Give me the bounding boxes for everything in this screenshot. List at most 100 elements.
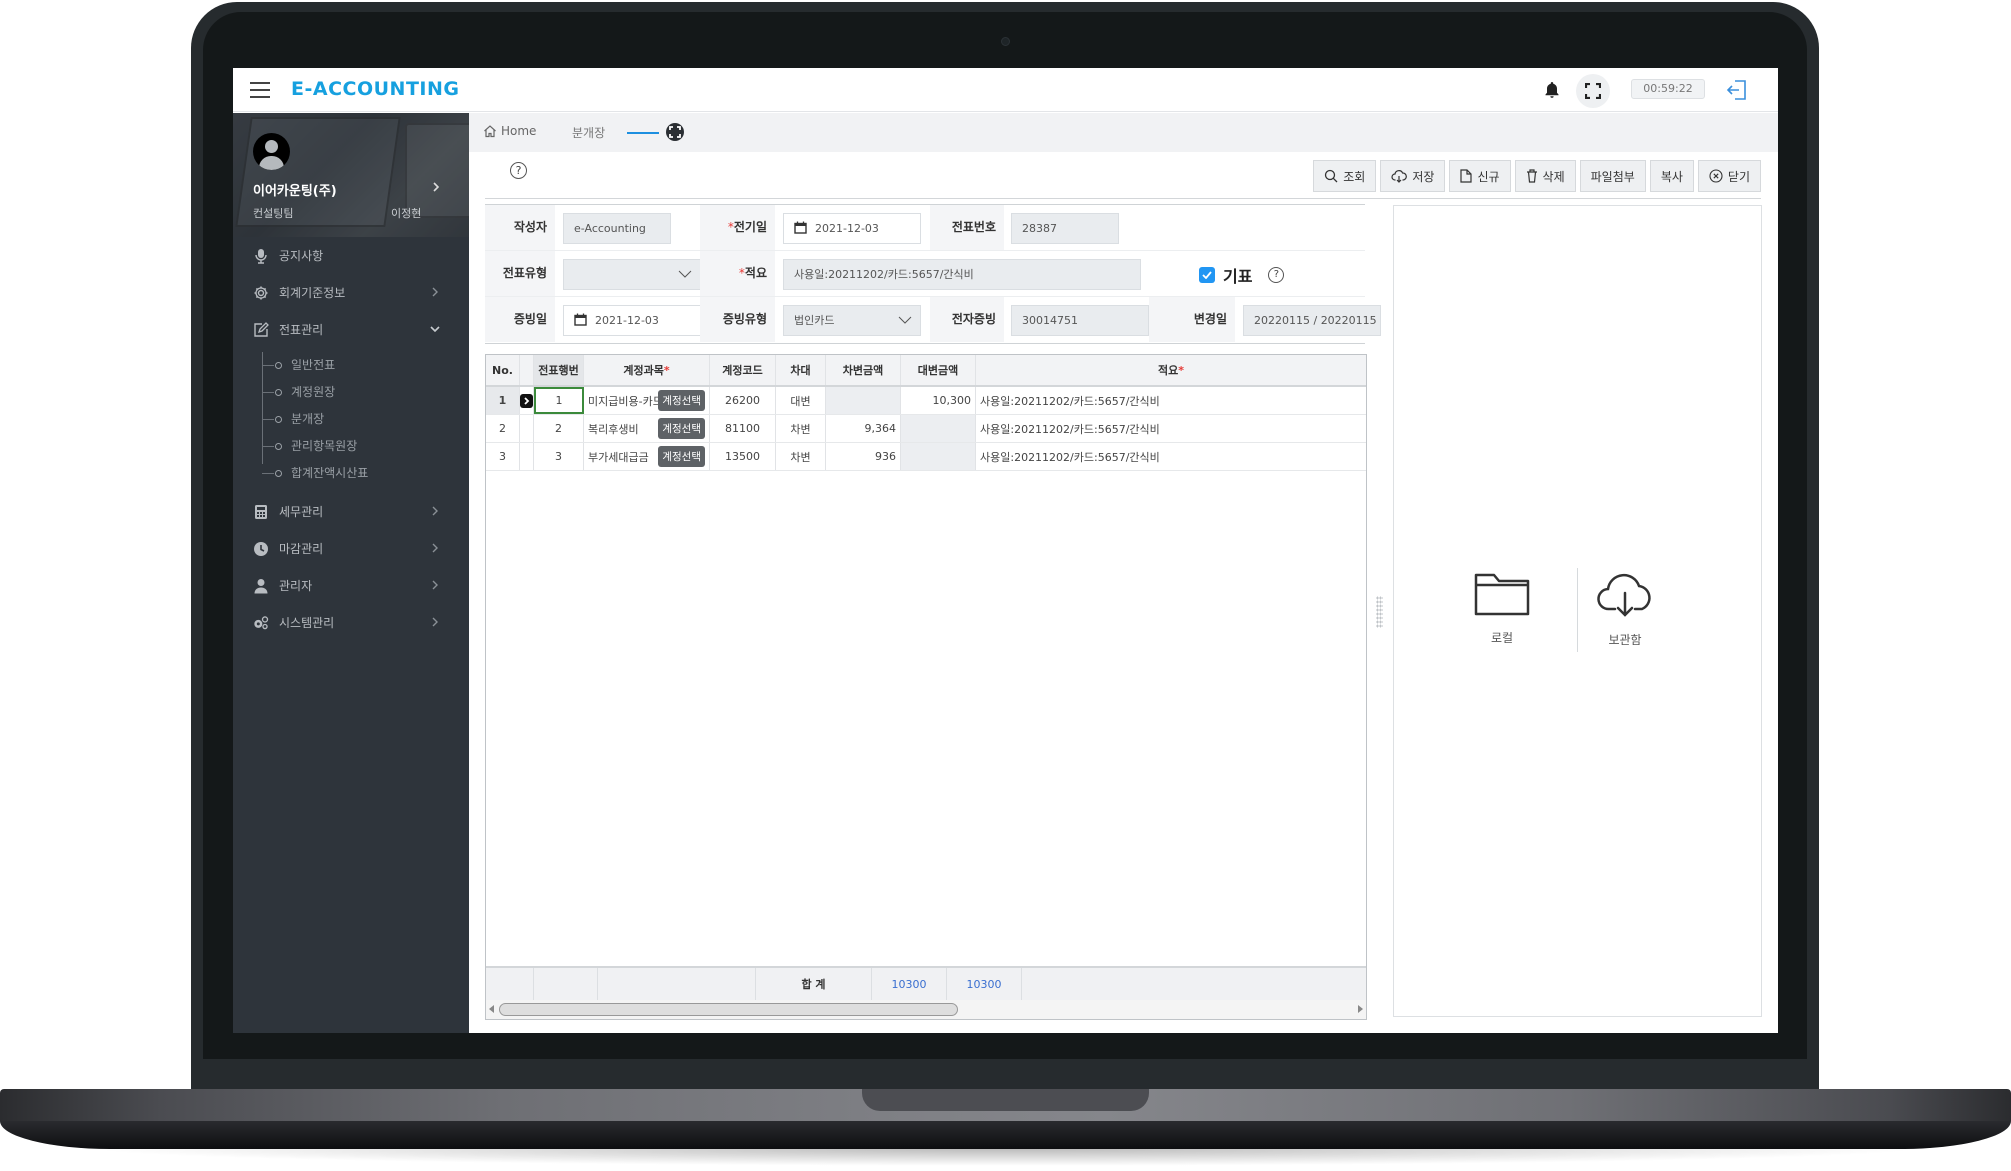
user-name: 이정현 <box>391 207 422 220</box>
sidebar-item-label: 마감관리 <box>279 542 324 556</box>
table-row[interactable]: 1 1 미지급비용-카드 계정선택 26200 대변 10,300 사용일:20… <box>486 387 1366 415</box>
option-divider <box>1577 568 1578 652</box>
account-cell[interactable]: 미지급비용-카드 계정선택 <box>584 387 710 414</box>
sidebar-item-label: 시스템관리 <box>279 616 335 630</box>
table-row[interactable]: 2 2 복리후생비 계정선택 81100 차변 9,364 사용일:202112… <box>486 415 1366 443</box>
col-credit-amount[interactable]: 대변금액 <box>901 355 976 385</box>
summary-cell[interactable]: 사용일:20211202/카드:5657/간식비 <box>976 443 1366 470</box>
select-account-button[interactable]: 계정선택 <box>658 390 705 411</box>
horizontal-scrollbar[interactable] <box>486 1000 1366 1019</box>
sidebar-item-accounting-standards[interactable]: 회계기준정보 <box>233 274 469 311</box>
sidebar-subitem-item-ledger[interactable]: 관리항목원장 <box>233 433 469 460</box>
select-account-button[interactable]: 계정선택 <box>658 446 705 467</box>
panel-resize-handle[interactable] <box>1376 596 1383 628</box>
col-account-code[interactable]: 계정코드 <box>710 355 776 385</box>
cloud-download-icon <box>1597 573 1651 617</box>
summary-cell[interactable]: 사용일:20211202/카드:5657/간식비 <box>976 415 1366 442</box>
search-button[interactable]: 조회 <box>1313 160 1377 192</box>
local-upload-option[interactable]: 로컬 <box>1467 571 1537 646</box>
attach-file-button[interactable]: 파일첨부 <box>1579 160 1646 192</box>
search-icon <box>1325 169 1338 183</box>
profile-chevron-icon[interactable] <box>431 181 441 197</box>
credit-amount-cell[interactable] <box>901 443 976 470</box>
breadcrumb-home[interactable]: Home <box>483 124 536 138</box>
help-icon[interactable]: ? <box>1268 267 1285 283</box>
col-debit-amount[interactable]: 차변금액 <box>826 355 901 385</box>
debit-credit-cell[interactable]: 대변 <box>776 387 826 414</box>
evidence-type-select[interactable]: 법인카드 <box>783 305 921 336</box>
chevron-down-icon <box>430 326 440 333</box>
voucher-type-select[interactable] <box>563 259 701 290</box>
line-no-cell[interactable]: 2 <box>534 415 584 442</box>
toolbar-divider <box>485 198 1761 199</box>
select-account-button[interactable]: 계정선택 <box>658 418 705 439</box>
trash-icon <box>1526 169 1537 183</box>
sidebar: 이어카운팅(주) 컨설팅팀 이정현 공지사항 회계기준정보 전표관리 일반전표 … <box>233 113 469 1033</box>
sidebar-subitem-journal[interactable]: 분개장 <box>233 406 469 433</box>
sidebar-item-closing-management[interactable]: 마감관리 <box>233 530 469 567</box>
scroll-left-arrow-icon[interactable] <box>489 1005 494 1013</box>
scroll-right-arrow-icon[interactable] <box>1358 1005 1363 1013</box>
toolbar: 조회 저장 신규 삭제 파일첨부 복사 닫기 <box>1313 160 1761 192</box>
new-button[interactable]: 신규 <box>1449 160 1511 192</box>
line-no-cell[interactable]: 3 <box>534 443 584 470</box>
gipyo-checkbox[interactable]: 기표 ? <box>1199 263 1285 287</box>
account-cell[interactable]: 복리후생비 계정선택 <box>584 415 710 442</box>
scrollbar-thumb[interactable] <box>499 1003 958 1016</box>
sidebar-item-system-management[interactable]: 시스템관리 <box>233 604 469 641</box>
summary-field[interactable]: 사용일:20211202/카드:5657/간식비 <box>783 259 1141 290</box>
avatar[interactable] <box>253 133 290 170</box>
fullscreen-button[interactable] <box>1576 74 1610 108</box>
breadcrumb-current[interactable]: 분개장 <box>572 124 605 141</box>
summary-cell[interactable]: 사용일:20211202/카드:5657/간식비 <box>976 387 1366 414</box>
tab-indicator <box>627 132 659 134</box>
account-code-cell[interactable]: 13500 <box>710 443 776 470</box>
debit-amount-cell[interactable]: 9,364 <box>826 415 901 442</box>
copy-button[interactable]: 복사 <box>1649 160 1694 192</box>
gears-icon <box>253 615 269 631</box>
company-name: 이어카운팅(주) <box>253 184 337 199</box>
chevron-down-icon <box>898 316 912 324</box>
credit-amount-cell[interactable]: 10,300 <box>901 387 976 414</box>
sidebar-item-label: 관리자 <box>279 579 313 593</box>
focus-mode-button[interactable] <box>666 123 684 141</box>
col-summary[interactable]: 적요 * <box>976 355 1366 385</box>
help-icon[interactable]: ? <box>510 162 527 179</box>
account-cell[interactable]: 부가세대급금 계정선택 <box>584 443 710 470</box>
table-row[interactable]: 3 3 부가세대급금 계정선택 13500 차변 936 사용일:2021120… <box>486 443 1366 471</box>
debit-credit-cell[interactable]: 차변 <box>776 443 826 470</box>
sidebar-item-voucher-management[interactable]: 전표관리 <box>233 311 469 348</box>
line-no-cell[interactable]: 1 <box>534 387 584 414</box>
hamburger-icon[interactable] <box>250 82 270 98</box>
changed-date-field: 20220115 / 20220115 <box>1243 305 1381 336</box>
post-date-field[interactable]: 2021-12-03 <box>783 213 921 244</box>
logout-icon[interactable] <box>1725 78 1749 102</box>
close-button[interactable]: 닫기 <box>1697 160 1761 192</box>
evidence-date-field[interactable]: 2021-12-03 <box>563 305 701 336</box>
col-debit-credit[interactable]: 차대 <box>776 355 826 385</box>
col-no[interactable]: No. <box>486 355 520 385</box>
sidebar-item-notice[interactable]: 공지사항 <box>233 237 469 274</box>
e-evidence-label: 전자증빙 <box>930 297 1004 342</box>
sidebar-item-admin[interactable]: 관리자 <box>233 567 469 604</box>
col-account[interactable]: 계정과목 * <box>584 355 710 385</box>
chevron-right-icon <box>432 287 438 297</box>
laptop-notch <box>862 1089 1149 1111</box>
archive-option[interactable]: 보관함 <box>1590 571 1660 648</box>
save-button[interactable]: 저장 <box>1380 160 1446 192</box>
sidebar-subitem-account-ledger[interactable]: 계정원장 <box>233 379 469 406</box>
debit-amount-cell[interactable]: 936 <box>826 443 901 470</box>
col-line-no[interactable]: 전표행번 <box>534 355 584 385</box>
app-logo[interactable]: E-ACCOUNTING <box>291 78 459 100</box>
sidebar-subitem-trial-balance[interactable]: 합계잔액시산표 <box>233 460 469 487</box>
delete-button[interactable]: 삭제 <box>1514 160 1576 192</box>
account-code-cell[interactable]: 81100 <box>710 415 776 442</box>
sidebar-subitem-general-voucher[interactable]: 일반전표 <box>233 352 469 379</box>
sidebar-item-tax-management[interactable]: 세무관리 <box>233 493 469 530</box>
debit-amount-cell[interactable] <box>826 387 901 414</box>
credit-amount-cell[interactable] <box>901 415 976 442</box>
bell-icon[interactable] <box>1542 80 1562 100</box>
summary-label: *적요 <box>700 251 775 296</box>
account-code-cell[interactable]: 26200 <box>710 387 776 414</box>
debit-credit-cell[interactable]: 차변 <box>776 415 826 442</box>
